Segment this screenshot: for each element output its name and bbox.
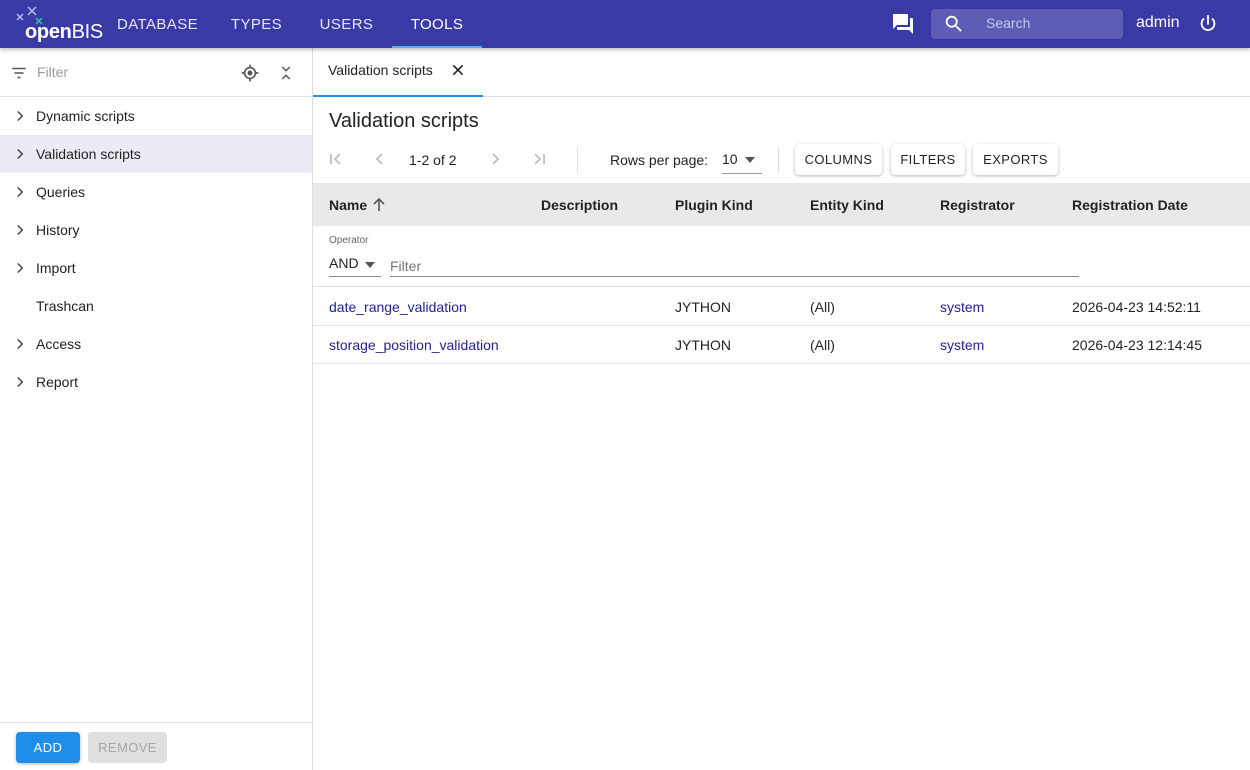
sidebar-item-import[interactable]: Import — [0, 249, 312, 287]
column-header-description[interactable]: Description — [541, 197, 618, 213]
column-header-entity-kind[interactable]: Entity Kind — [810, 197, 884, 213]
chevron-right-icon[interactable] — [11, 335, 29, 353]
nav-database[interactable]: DATABASE — [105, 0, 210, 48]
sidebar-item-label: History — [36, 222, 80, 238]
cell-plugin-kind: JYTHON — [675, 337, 731, 353]
column-header-registration-date[interactable]: Registration Date — [1072, 197, 1188, 213]
operator-label: Operator — [329, 235, 369, 246]
sidebar-item-label: Report — [36, 374, 79, 390]
column-header-plugin-kind[interactable]: Plugin Kind — [675, 197, 753, 213]
remove-button[interactable]: REMOVE — [88, 732, 167, 763]
tab-label: Validation scripts — [328, 62, 433, 78]
tab-bar: Validation scripts — [313, 48, 1250, 97]
exports-button[interactable]: EXPORTS — [973, 144, 1058, 175]
search-input[interactable] — [986, 15, 1116, 31]
user-name: admin — [1136, 14, 1180, 31]
divider — [778, 147, 779, 173]
sidebar: Dynamic scripts Validation scripts Queri… — [0, 48, 313, 770]
sidebar-item-access[interactable]: Access — [0, 325, 312, 363]
sidebar-item-dynamic-scripts[interactable]: Dynamic scripts — [0, 97, 312, 135]
top-app-bar: openBIS DATABASE TYPES USERS TOOLS admin — [0, 0, 1250, 48]
next-page-icon[interactable] — [488, 150, 502, 168]
dropdown-caret-icon — [745, 157, 755, 163]
sidebar-item-label: Trashcan — [36, 298, 94, 314]
previous-page-icon[interactable] — [373, 150, 387, 168]
nav-tools[interactable]: TOOLS — [392, 0, 482, 48]
sidebar-footer: ADD REMOVE — [0, 722, 312, 770]
pager-range: 1-2 of 2 — [409, 152, 457, 168]
table-row[interactable]: date_range_validation JYTHON (All) syste… — [313, 288, 1250, 326]
sidebar-item-queries[interactable]: Queries — [0, 173, 312, 211]
add-button[interactable]: ADD — [16, 732, 80, 763]
table-row[interactable]: storage_position_validation JYTHON (All)… — [313, 326, 1250, 364]
chat-icon[interactable] — [891, 12, 915, 36]
sidebar-item-trashcan[interactable]: Trashcan — [0, 287, 312, 325]
tab-validation-scripts[interactable]: Validation scripts — [313, 48, 483, 97]
openbis-logo[interactable]: openBIS — [14, 4, 104, 44]
search-icon[interactable] — [943, 13, 965, 35]
operator-value: AND — [329, 255, 359, 271]
nav-users[interactable]: USERS — [308, 0, 385, 48]
chevron-right-icon[interactable] — [11, 221, 29, 239]
sidebar-item-label: Validation scripts — [36, 146, 141, 162]
chevron-right-icon[interactable] — [11, 145, 29, 163]
close-icon[interactable] — [450, 62, 466, 78]
sidebar-item-label: Access — [36, 336, 82, 352]
sidebar-item-label: Dynamic scripts — [36, 108, 135, 124]
logo-text: openBIS — [25, 21, 103, 43]
operator-select[interactable]: AND — [329, 253, 381, 277]
sidebar-item-validation-scripts[interactable]: Validation scripts — [0, 135, 312, 173]
first-page-icon[interactable] — [328, 150, 344, 168]
chevron-right-icon[interactable] — [11, 107, 29, 125]
collapse-all-icon[interactable] — [277, 63, 295, 83]
divider — [577, 147, 578, 173]
filters-button[interactable]: FILTERS — [891, 144, 965, 175]
chevron-right-icon[interactable] — [11, 183, 29, 201]
sort-ascending-icon[interactable] — [372, 197, 386, 212]
search-box[interactable] — [931, 9, 1123, 39]
table-filter-input[interactable] — [390, 253, 1079, 277]
cell-entity-kind: (All) — [810, 299, 835, 315]
last-page-icon[interactable] — [531, 150, 547, 168]
nav-types[interactable]: TYPES — [218, 0, 295, 48]
filter-list-icon — [12, 67, 26, 79]
rows-per-page-select[interactable]: 10 — [722, 146, 762, 174]
sidebar-item-label: Import — [36, 260, 76, 276]
dropdown-caret-icon — [365, 262, 375, 268]
column-header-registrator[interactable]: Registrator — [940, 197, 1015, 213]
cell-registration-date: 2026-04-23 14:52:11 — [1072, 299, 1201, 315]
cell-name-link[interactable]: date_range_validation — [329, 299, 467, 315]
sidebar-item-history[interactable]: History — [0, 211, 312, 249]
sidebar-item-report[interactable]: Report — [0, 363, 312, 401]
locate-icon[interactable] — [240, 63, 260, 83]
chevron-right-icon[interactable] — [11, 373, 29, 391]
table-filter-area: Operator AND — [313, 226, 1250, 287]
page-title: Validation scripts — [329, 110, 479, 132]
chevron-right-icon[interactable] — [11, 259, 29, 277]
sidebar-filter-input[interactable] — [37, 64, 217, 80]
cell-registration-date: 2026-04-23 12:14:45 — [1072, 337, 1202, 353]
cell-entity-kind: (All) — [810, 337, 835, 353]
rows-per-page-value: 10 — [722, 151, 738, 167]
cell-name-link[interactable]: storage_position_validation — [329, 337, 499, 353]
cell-registrator-link[interactable]: system — [940, 337, 984, 353]
sidebar-item-label: Queries — [36, 184, 86, 200]
power-icon[interactable] — [1197, 13, 1219, 35]
rows-per-page-label: Rows per page: — [610, 152, 709, 168]
columns-button[interactable]: COLUMNS — [795, 144, 882, 175]
sidebar-filter-row — [0, 48, 312, 97]
column-header-name[interactable]: Name — [329, 197, 367, 213]
table-header: Name Description Plugin Kind Entity Kind… — [313, 183, 1250, 226]
cell-plugin-kind: JYTHON — [675, 299, 731, 315]
cell-registrator-link[interactable]: system — [940, 299, 984, 315]
sidebar-tree: Dynamic scripts Validation scripts Queri… — [0, 97, 312, 401]
main-content: Validation scripts Validation scripts 1-… — [313, 48, 1250, 770]
